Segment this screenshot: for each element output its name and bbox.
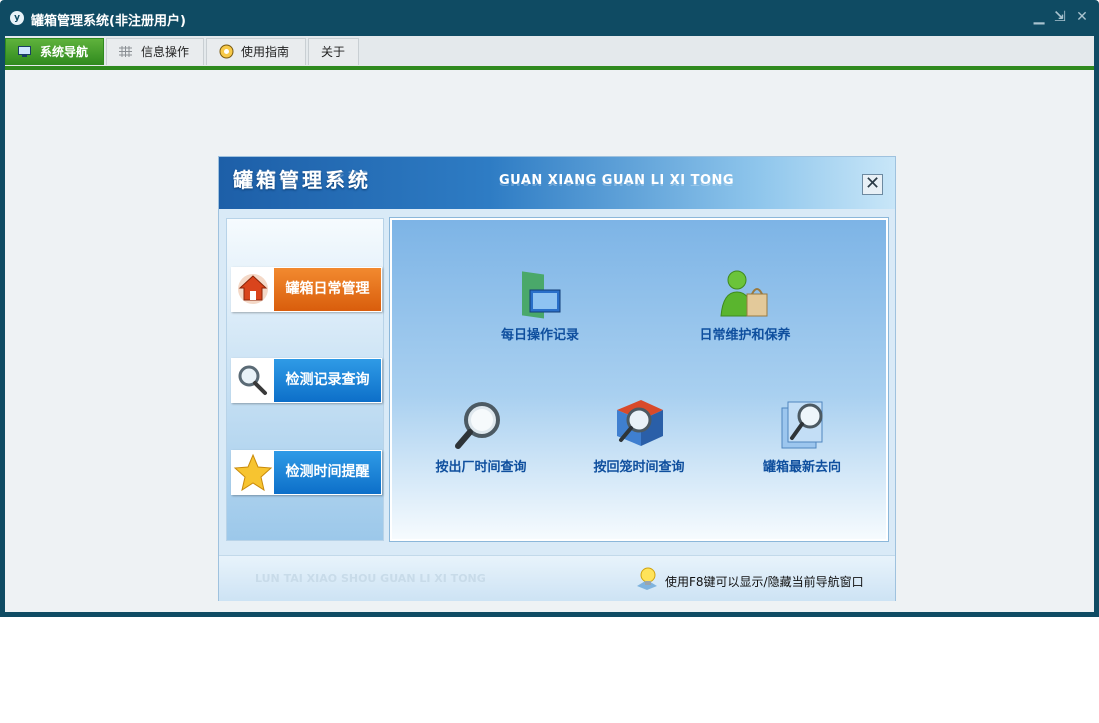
lightbulb-icon [637,567,657,590]
side-button-label: 检测记录查询 [274,359,381,402]
function-maintenance[interactable]: 日常维护和保养 [690,266,800,346]
function-label: 每日操作记录 [500,328,579,343]
nav-sidebar: 罐箱日常管理 检测记录查询 检测时间提醒 [226,218,384,541]
function-label: 日常维护和保养 [699,328,791,343]
nav-header: 罐箱管理系统 罐箱管理系统 GUAN XIANG GUAN LI XI TONG… [219,157,895,209]
app-logo-icon: y [10,11,24,25]
minimize-button[interactable]: ▁ [1031,9,1047,25]
title-bar[interactable]: y 罐箱管理系统(非注册用户) ▁ ⇲ ✕ [0,0,1099,36]
side-button-daily-management[interactable]: 罐箱日常管理 [231,267,382,312]
side-button-label: 罐箱日常管理 [274,268,381,311]
tab-label: 使用指南 [241,45,290,59]
function-query-by-factory-date[interactable]: 按出厂时间查询 [426,398,536,478]
nav-footer: LUN TAI XIAO SHOU GUAN LI XI TONG 使用F8键可… [219,555,895,601]
function-query-by-return-date[interactable]: 按回笼时间查询 [580,396,698,478]
tab-info-ops[interactable]: 信息操作 [106,38,204,65]
function-daily-record[interactable]: 每日操作记录 [488,266,592,346]
search-icon [455,402,500,449]
tab-label: 关于 [321,45,346,59]
tab-strip: 系统导航 信息操作 使用指南 关于 [5,36,1094,66]
function-label: 按出厂时间查询 [435,460,527,475]
restore-button[interactable]: ⇲ [1052,9,1068,25]
user-bag-icon [720,270,768,317]
window-title: 罐箱管理系统(非注册用户) [31,14,186,29]
home-icon [232,268,274,311]
function-latest-destination[interactable]: 罐箱最新去向 [750,396,854,478]
tab-user-guide[interactable]: 使用指南 [206,38,306,65]
grid-icon [119,46,132,57]
monitor-icon [18,46,31,57]
doc-search-icon [781,401,823,449]
tab-label: 系统导航 [40,45,89,59]
side-button-inspection-reminder[interactable]: 检测时间提醒 [231,450,382,495]
tab-system-nav[interactable]: 系统导航 [5,38,104,65]
side-button-label: 检测时间提醒 [274,451,381,494]
footer-pinyin: LUN TAI XIAO SHOU GUAN LI XI TONG [255,572,486,585]
book-search-icon [617,400,663,446]
folder-doc-icon [522,271,561,319]
function-label: 按回笼时间查询 [593,460,685,475]
close-button[interactable]: ✕ [1074,9,1090,25]
tab-about[interactable]: 关于 [308,38,359,65]
nav-function-area: 每日操作记录 日常维护和保养 按出厂时间查询 按回笼时间查询 罐箱最新去向 [390,218,888,541]
nav-close-button[interactable]: ✕ [862,174,883,195]
function-label: 罐箱最新去向 [762,460,841,475]
compass-icon [219,44,234,59]
star-icon [232,451,274,494]
magnifier-icon [232,359,274,402]
side-button-inspection-query[interactable]: 检测记录查询 [231,358,382,403]
nav-title-reflection: 罐箱管理系统 [233,169,371,184]
nav-pinyin-reflection: GUAN XIANG GUAN LI XI TONG [499,179,735,188]
tab-label: 信息操作 [141,45,190,59]
tab-underline [5,66,1094,70]
footer-tip: 使用F8键可以显示/隐藏当前导航窗口 [665,575,864,589]
navigation-panel: 罐箱管理系统 罐箱管理系统 GUAN XIANG GUAN LI XI TONG… [218,156,896,601]
